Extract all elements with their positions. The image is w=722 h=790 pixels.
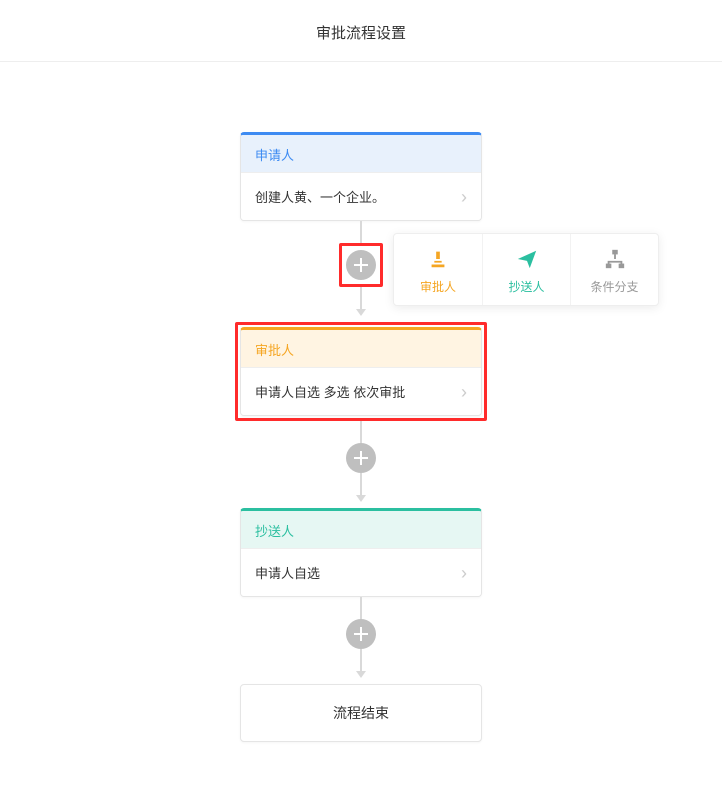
flow-line (360, 421, 362, 443)
node-approver[interactable]: 审批人 申请人自选 多选 依次审批 › (240, 327, 482, 416)
arrow-down-icon (356, 671, 366, 678)
arrow-down-icon (356, 309, 366, 316)
chevron-right-icon: › (461, 188, 467, 206)
paper-plane-icon (514, 246, 540, 272)
add-node-button[interactable] (346, 250, 376, 280)
add-node-popover: 审批人 抄送人 条件分支 (393, 233, 659, 306)
node-applicant-body[interactable]: 创建人黄、一个企业。 › (241, 172, 481, 220)
highlight-approver-node: 审批人 申请人自选 多选 依次审批 › (235, 322, 487, 421)
highlight-add-button (339, 243, 383, 287)
popover-option-branch[interactable]: 条件分支 (570, 234, 658, 305)
node-applicant-text: 创建人黄、一个企业。 (255, 187, 385, 206)
node-cc-text: 申请人自选 (255, 563, 320, 582)
chevron-right-icon: › (461, 564, 467, 582)
flow-line (360, 221, 362, 243)
arrow-down-icon (356, 495, 366, 502)
stamp-icon (425, 246, 451, 272)
add-node-button[interactable] (346, 619, 376, 649)
node-cc-body[interactable]: 申请人自选 › (241, 548, 481, 596)
add-node-button[interactable] (346, 443, 376, 473)
popover-option-approver[interactable]: 审批人 (394, 234, 482, 305)
node-applicant[interactable]: 申请人 创建人黄、一个企业。 › (240, 132, 482, 221)
node-approver-text: 申请人自选 多选 依次审批 (255, 382, 405, 401)
node-approver-title: 审批人 (241, 330, 481, 367)
org-tree-icon (602, 246, 628, 272)
node-cc[interactable]: 抄送人 申请人自选 › (240, 508, 482, 597)
flow-line (360, 287, 362, 309)
popover-branch-label: 条件分支 (590, 278, 638, 295)
popover-option-cc[interactable]: 抄送人 (482, 234, 570, 305)
connector-2 (346, 421, 376, 508)
page-title: 审批流程设置 (0, 0, 722, 62)
connector-3 (346, 597, 376, 684)
node-applicant-title: 申请人 (241, 135, 481, 172)
flow-line (360, 473, 362, 495)
node-end: 流程结束 (240, 684, 482, 742)
node-approver-body[interactable]: 申请人自选 多选 依次审批 › (241, 367, 481, 415)
flow-line (360, 597, 362, 619)
node-end-label: 流程结束 (333, 705, 389, 721)
flow-line (360, 649, 362, 671)
chevron-right-icon: › (461, 383, 467, 401)
flow-canvas: 申请人 创建人黄、一个企业。 › 审批人 抄送人 (0, 62, 722, 742)
popover-cc-label: 抄送人 (508, 278, 544, 295)
connector-1: 审批人 抄送人 条件分支 (339, 221, 383, 322)
popover-approver-label: 审批人 (420, 278, 456, 295)
node-cc-title: 抄送人 (241, 511, 481, 548)
